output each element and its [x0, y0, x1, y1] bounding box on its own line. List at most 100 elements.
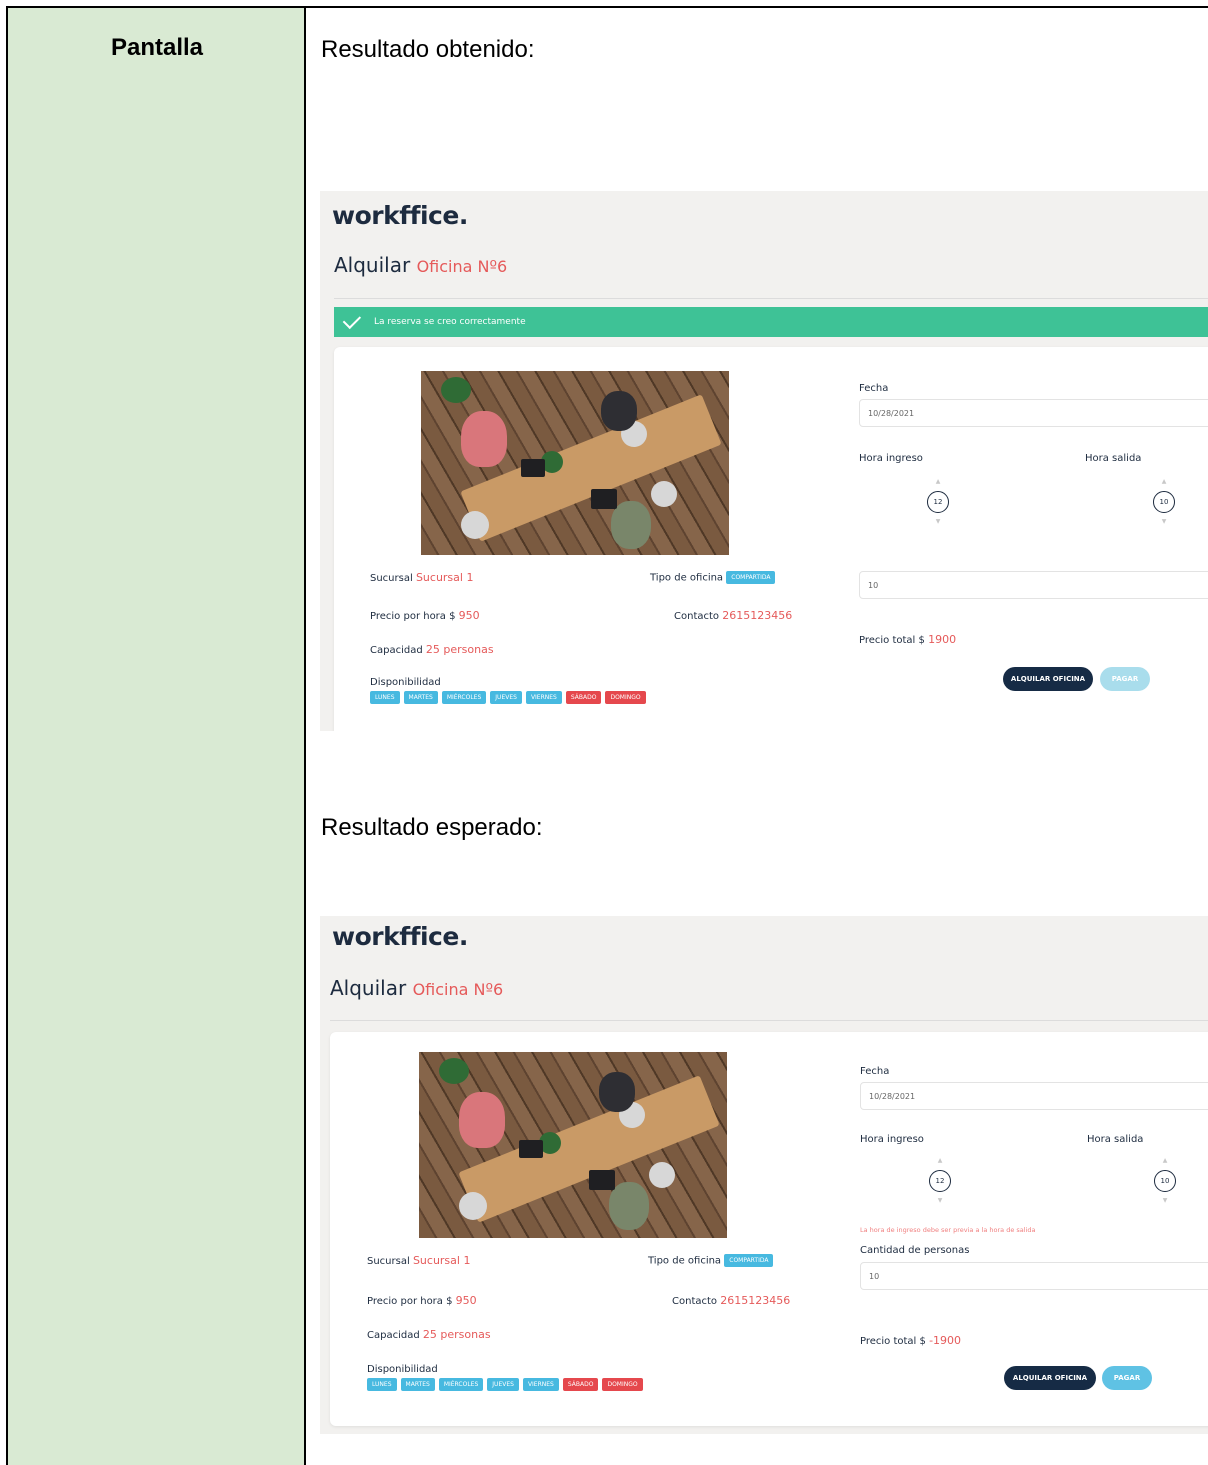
hora-salida-label: Hora salida [1087, 1134, 1144, 1145]
sucursal-info: Sucursal Sucursal 1 [367, 1254, 471, 1267]
hora-ingreso-label: Hora ingreso [859, 453, 923, 464]
divider [334, 298, 1208, 299]
hora-ingreso-spinner[interactable]: ▲ 12 ▼ [918, 477, 958, 527]
day-badge: DOMINGO [602, 1378, 643, 1391]
office-card: Sucursal Sucursal 1 Tipo de oficina COMP… [334, 347, 1208, 731]
capacidad-value: 25 personas [422, 1328, 491, 1341]
arrow-up-icon[interactable]: ▲ [1145, 1156, 1185, 1166]
heading-prefix: Alquilar [330, 976, 407, 1000]
day-badge: VIERNES [522, 1378, 559, 1391]
fecha-input[interactable]: 10/28/2021 [860, 1082, 1208, 1110]
hora-salida-spinner[interactable]: ▲ 10 ▼ [1144, 477, 1184, 527]
arrow-up-icon[interactable]: ▲ [1144, 477, 1184, 487]
hora-ingreso-value: 12 [927, 491, 949, 513]
heading-office-name: Oficina Nº6 [416, 257, 508, 276]
left-header: Pantalla [110, 34, 204, 61]
tipo-info: Tipo de oficina COMPARTIDA [648, 1254, 774, 1267]
capacidad-value: 25 personas [425, 643, 494, 656]
hora-salida-spinner[interactable]: ▲ 10 ▼ [1145, 1156, 1185, 1206]
alquilar-oficina-button[interactable]: ALQUILAR OFICINA [1003, 667, 1093, 691]
capacidad-info: Capacidad 25 personas [370, 643, 494, 656]
workffice-logo: workffice. [332, 922, 468, 951]
precio-info: Precio por hora $ 950 [370, 609, 480, 622]
days-list-expected: LUNES MARTES MIÉRCOLES JUEVES VIERNES SÁBADO D… [367, 1378, 643, 1391]
left-column: Pantalla [8, 8, 306, 1465]
heading-office-name: Oficina Nº6 [412, 980, 504, 999]
success-alert: La reserva se creo correctamente [334, 307, 1208, 337]
pagar-button[interactable]: PAGAR [1100, 667, 1150, 691]
cantidad-input[interactable]: 10 [860, 1262, 1208, 1290]
contacto-value: 2615123456 [720, 1294, 791, 1307]
days-list-obtained: LUNES MARTES MIÉRCOLES JUEVES VIERNES SÁBADO D… [370, 691, 646, 704]
sucursal-info: Sucursal Sucursal 1 [370, 571, 474, 584]
divider [330, 1020, 1208, 1021]
cantidad-input[interactable]: 10 [859, 571, 1208, 599]
arrow-down-icon[interactable]: ▼ [1144, 517, 1184, 527]
workffice-logo: workffice. [332, 201, 468, 230]
tipo-badge: COMPARTIDA [724, 1254, 774, 1267]
day-badge: LUNES [370, 691, 400, 704]
document-table: Pantalla Resultado obtenido: Resultado e… [6, 6, 1208, 1465]
precio-total: Precio total $ 1900 [859, 633, 957, 646]
day-badge: SÁBADO [562, 1378, 599, 1391]
arrow-up-icon[interactable]: ▲ [918, 477, 958, 487]
day-badge: JUEVES [487, 1378, 519, 1391]
precio-total-value: -1900 [929, 1334, 962, 1347]
office-photo [419, 1052, 727, 1238]
page-title: Alquilar Oficina Nº6 [334, 253, 507, 277]
hora-salida-value: 10 [1153, 491, 1175, 513]
capacidad-info: Capacidad 25 personas [367, 1328, 491, 1341]
disponibilidad-label: Disponibilidad [370, 677, 441, 688]
sucursal-value: Sucursal 1 [415, 571, 474, 584]
office-photo [421, 371, 729, 555]
tipo-info: Tipo de oficina COMPARTIDA [650, 571, 776, 584]
screenshot-obtained: workffice. Alquilar Oficina Nº6 La reser… [320, 191, 1208, 731]
logo-text: workffice. [332, 922, 468, 951]
check-icon [342, 310, 362, 330]
day-badge: JUEVES [490, 691, 522, 704]
hora-ingreso-spinner[interactable]: ▲ 12 ▼ [920, 1156, 960, 1206]
cantidad-label: Cantidad de personas [860, 1245, 970, 1256]
disponibilidad-label: Disponibilidad [367, 1364, 438, 1375]
tipo-badge: COMPARTIDA [726, 571, 776, 584]
fecha-input[interactable]: 10/28/2021 [859, 399, 1208, 427]
fecha-label: Fecha [860, 1066, 890, 1077]
precio-value: 950 [455, 1294, 477, 1307]
contacto-info: Contacto 2615123456 [674, 609, 793, 622]
hora-salida-value: 10 [1154, 1170, 1176, 1192]
screenshot-expected: workffice. Alquilar Oficina Nº6 Sucursal… [320, 916, 1208, 1434]
day-badge: MARTES [400, 1378, 435, 1391]
day-badge: MIÉRCOLES [438, 1378, 484, 1391]
logo-text: workffice. [332, 201, 468, 230]
day-badge: MIÉRCOLES [441, 691, 487, 704]
precio-total-value: 1900 [928, 633, 957, 646]
arrow-down-icon[interactable]: ▼ [918, 517, 958, 527]
caption-obtained: Resultado obtenido: [321, 36, 535, 63]
pagar-button[interactable]: PAGAR [1102, 1366, 1152, 1390]
arrow-down-icon[interactable]: ▼ [920, 1196, 960, 1206]
hora-error-message: La hora de ingreso debe ser previa a la … [860, 1226, 1036, 1234]
contacto-value: 2615123456 [722, 609, 793, 622]
precio-value: 950 [458, 609, 480, 622]
fecha-label: Fecha [859, 383, 889, 394]
hora-salida-label: Hora salida [1085, 453, 1142, 464]
precio-total: Precio total $ -1900 [860, 1334, 962, 1347]
contacto-info: Contacto 2615123456 [672, 1294, 791, 1307]
heading-prefix: Alquilar [334, 253, 411, 277]
precio-info: Precio por hora $ 950 [367, 1294, 477, 1307]
sucursal-value: Sucursal 1 [412, 1254, 471, 1267]
office-card: Sucursal Sucursal 1 Tipo de oficina COMP… [330, 1032, 1208, 1426]
hora-ingreso-label: Hora ingreso [860, 1134, 924, 1145]
day-badge: DOMINGO [605, 691, 646, 704]
arrow-down-icon[interactable]: ▼ [1145, 1196, 1185, 1206]
day-badge: VIERNES [525, 691, 562, 704]
page-title: Alquilar Oficina Nº6 [330, 976, 503, 1000]
day-badge: SÁBADO [565, 691, 602, 704]
hora-ingreso-value: 12 [929, 1170, 951, 1192]
day-badge: MARTES [403, 691, 438, 704]
success-alert-text: La reserva se creo correctamente [374, 317, 526, 327]
alquilar-oficina-button[interactable]: ALQUILAR OFICINA [1004, 1366, 1096, 1390]
caption-expected: Resultado esperado: [321, 814, 543, 841]
arrow-up-icon[interactable]: ▲ [920, 1156, 960, 1166]
day-badge: LUNES [367, 1378, 397, 1391]
